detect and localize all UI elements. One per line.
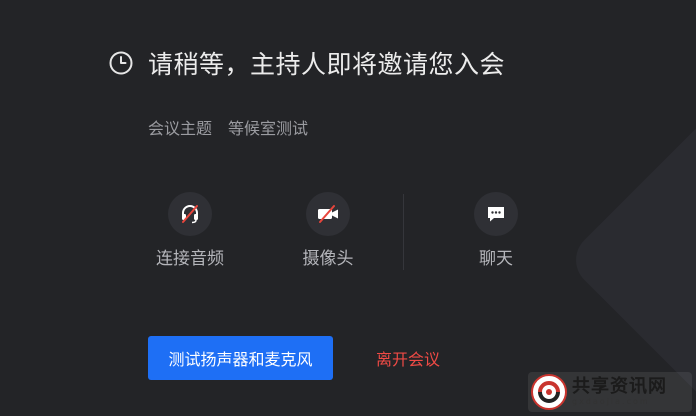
watermark-logo-icon (531, 374, 567, 410)
meeting-topic-value: 等候室测试 (228, 119, 309, 138)
chat-label: 聊天 (479, 249, 513, 269)
camera-button[interactable]: 摄像头 (292, 192, 364, 269)
waiting-title: 请稍等，主持人即将邀请您入会 (148, 50, 506, 79)
waiting-header: 请稍等，主持人即将邀请您入会 (108, 44, 505, 82)
chat-button[interactable]: 聊天 (468, 192, 524, 269)
leave-meeting-button[interactable]: 离开会议 (376, 346, 440, 370)
watermark-title: 共享资讯网 (572, 376, 667, 397)
action-bar: 连接音频 摄像头 聊天 (0, 192, 696, 282)
connect-audio-label: 连接音频 (156, 249, 224, 269)
camera-label: 摄像头 (302, 249, 354, 269)
chat-icon (488, 207, 504, 222)
meeting-topic: 会议主题 等候室测试 (148, 115, 308, 139)
meeting-topic-label: 会议主题 (148, 119, 213, 138)
chat-circle[interactable] (474, 192, 518, 236)
connect-audio-button[interactable]: 连接音频 (150, 192, 230, 269)
test-speaker-mic-button[interactable]: 测试扬声器和麦克风 (148, 336, 333, 380)
watermark: 共享资讯网 gxdaojia.com (528, 372, 692, 412)
connect-audio-circle[interactable] (168, 192, 212, 236)
watermark-url: gxdaojia.com (572, 397, 650, 406)
headset-muted-icon (182, 205, 198, 224)
action-divider (403, 194, 404, 270)
clock-icon (108, 50, 134, 76)
camera-circle[interactable] (306, 192, 350, 236)
camera-off-icon (318, 205, 338, 223)
